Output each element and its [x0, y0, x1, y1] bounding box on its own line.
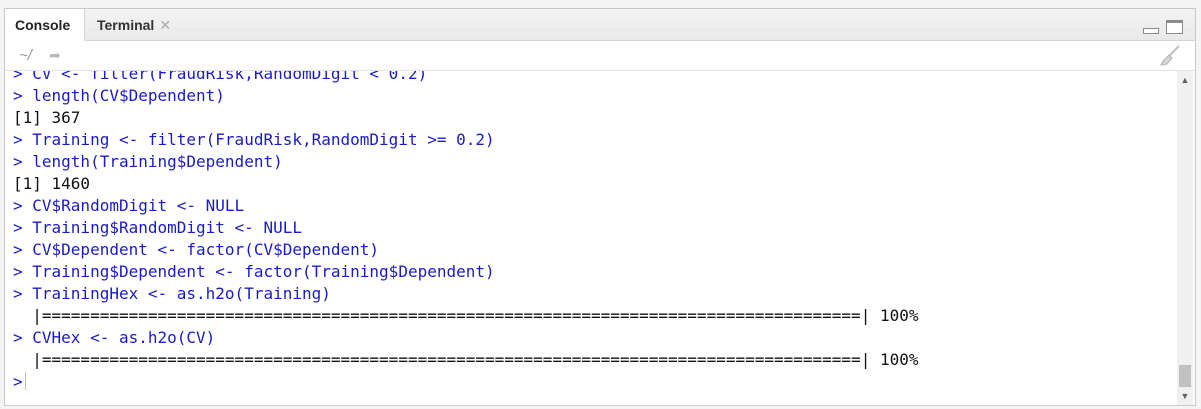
console-output-line: |=======================================…: [13, 350, 919, 369]
console-pane: Console Terminal ✕ ~/ ➦ > CV <- filter(Fr…: [4, 8, 1196, 406]
console-command-line: > CV$RandomDigit <- NULL: [13, 196, 245, 215]
console-command-line: > Training$RandomDigit <- NULL: [13, 218, 302, 237]
clear-console-icon[interactable]: [1159, 44, 1181, 66]
console-command-line: > length(Training$Dependent): [13, 152, 283, 171]
console-prompt[interactable]: >: [13, 371, 918, 393]
minimize-icon[interactable]: [1143, 28, 1159, 34]
console-command-line: > CV$Dependent <- factor(CV$Dependent): [13, 240, 380, 259]
tab-console-label: Console: [15, 17, 71, 33]
console-command-line: > Training <- filter(FraudRisk,RandomDig…: [13, 130, 495, 149]
window-controls: [1139, 20, 1183, 36]
console-output-line: |=======================================…: [13, 306, 919, 325]
console-command-line: > CVHex <- as.h2o(CV): [13, 328, 216, 347]
go-to-directory-icon[interactable]: ➦: [49, 47, 61, 64]
console-command-line: > TrainingHex <- as.h2o(Training): [13, 284, 331, 303]
prompt-symbol: >: [13, 372, 23, 391]
tab-terminal[interactable]: Terminal ✕: [85, 9, 185, 41]
tab-console[interactable]: Console: [5, 9, 85, 41]
console-toolbar: ~/ ➦: [5, 41, 1195, 71]
tab-bar: Console Terminal ✕: [5, 9, 1195, 41]
text-cursor: [24, 372, 26, 390]
scroll-down-icon[interactable]: ▼: [1177, 389, 1193, 403]
close-icon[interactable]: ✕: [159, 17, 171, 33]
console-lines: > CV <- filter(FraudRisk,RandomDigit < 0…: [13, 71, 918, 393]
scroll-up-icon[interactable]: ▲: [1177, 73, 1193, 87]
console-command-line: > length(CV$Dependent): [13, 86, 225, 105]
console-command-line: > Training$Dependent <- factor(Training$…: [13, 262, 495, 281]
vertical-scrollbar[interactable]: ▲ ▼: [1177, 71, 1193, 405]
working-directory: ~/: [19, 47, 32, 64]
tab-terminal-label: Terminal: [97, 17, 155, 33]
console-output-line: [1] 367: [13, 108, 81, 127]
console-command-line: > CV <- filter(FraudRisk,RandomDigit < 0…: [13, 71, 428, 83]
console-output-line: [1] 1460: [13, 174, 91, 193]
console-output[interactable]: > CV <- filter(FraudRisk,RandomDigit < 0…: [5, 71, 1177, 405]
scroll-thumb[interactable]: [1179, 365, 1191, 387]
maximize-icon[interactable]: [1166, 20, 1183, 34]
